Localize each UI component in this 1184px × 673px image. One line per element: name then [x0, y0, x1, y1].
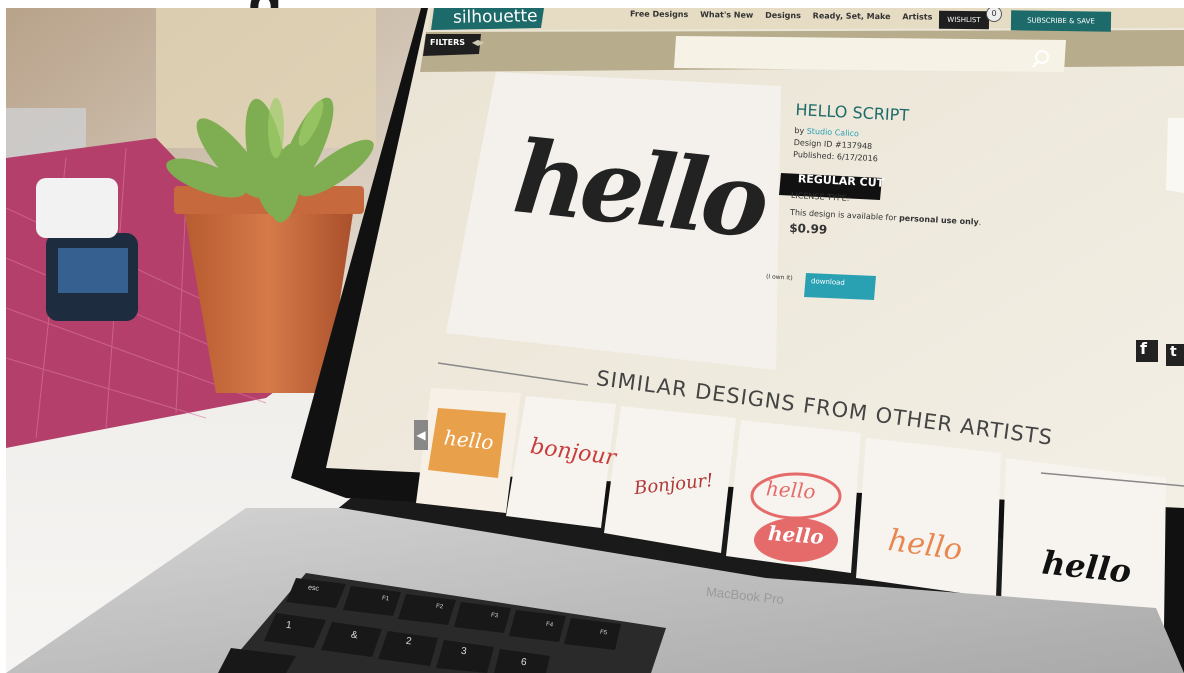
artist-link[interactable]: Studio Calico [807, 127, 860, 139]
key-f4: F4 [545, 621, 554, 629]
key-f3: F3 [490, 612, 499, 620]
artist-prefix: by [794, 125, 805, 136]
nav-free-designs[interactable]: Free Designs [630, 9, 688, 19]
chevron-left-right-icon: ◀▶ [471, 38, 485, 47]
thumbnail-4a-label[interactable]: hello [765, 476, 816, 503]
photo: silhouette Free Designs What's New Desig… [6, 8, 1184, 673]
site-logo[interactable]: silhouette [453, 8, 538, 28]
subscribe-button[interactable]: SUBSCRIBE & SAVE [1010, 10, 1112, 32]
license-label: LICENSE TYPE: [790, 190, 850, 203]
download-button[interactable]: download [811, 277, 845, 287]
nav-artists[interactable]: Artists [902, 12, 932, 21]
filters-label: FILTERS [430, 38, 466, 47]
download-label: download [810, 277, 846, 287]
search-input[interactable] [674, 37, 1059, 67]
search-icon[interactable] [1032, 50, 1050, 68]
social-twitter[interactable]: t [1170, 344, 1177, 360]
key-amp: & [350, 629, 359, 642]
social-facebook[interactable]: f [1140, 339, 1147, 358]
key-f1: F1 [381, 595, 390, 603]
key-2: 2 [405, 635, 413, 648]
key-f5: F5 [599, 629, 608, 637]
wishlist-button[interactable]: WISHLIST [938, 10, 990, 30]
thumbnail-prev-arrow[interactable]: ◀ [414, 420, 428, 450]
photo-scene [6, 8, 1184, 673]
license-text-bold: personal use only [898, 213, 979, 227]
key-esc: esc [307, 584, 320, 593]
product-info: HELLO SCRIPT by Studio Calico Design ID … [788, 100, 987, 255]
wishlist-label: WISHLIST [947, 15, 981, 25]
nav-whats-new[interactable]: What's New [700, 10, 753, 20]
key-3: 3 [460, 645, 468, 658]
nav-designs[interactable]: Designs [765, 11, 801, 20]
thumbnail-4b-label[interactable]: hello [767, 521, 824, 549]
thumbnail-1-label[interactable]: hello [443, 425, 495, 454]
filters-toggle[interactable]: FILTERS ◀▶ [430, 38, 484, 47]
own-label: (I own it) [765, 273, 793, 282]
key-f2: F2 [435, 603, 444, 611]
key-1: 1 [285, 619, 293, 632]
regular-cut-badge: REGULAR CUT [797, 172, 885, 190]
license-text: This design is available for [789, 207, 897, 223]
subscribe-label: SUBSCRIBE & SAVE [1027, 16, 1095, 26]
nav-ready-set-make[interactable]: Ready, Set, Make [813, 11, 891, 21]
key-6: 6 [520, 656, 528, 669]
